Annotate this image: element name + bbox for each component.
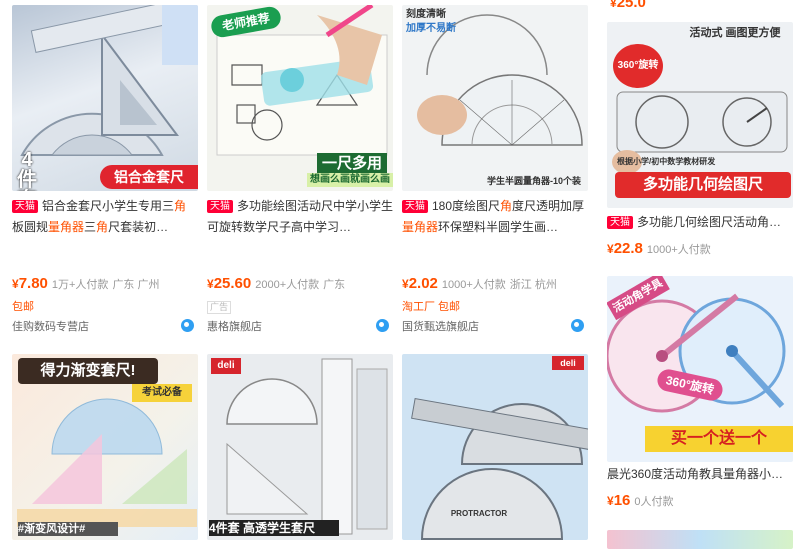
product-card[interactable]: 4件套 铝合金套尺 天猫铝合金套尺小学生专用三角板圆规量角器三角尺套装初… ¥7… bbox=[12, 5, 198, 340]
image-banner: PROTRACTOR bbox=[450, 509, 508, 518]
image-banner: 得力渐变套尺! bbox=[18, 358, 158, 384]
product-card[interactable]: 活动式 画图更方便 360°旋转 根据小学/初中数学教材研发 多功能几何绘图尺 … bbox=[607, 22, 793, 262]
keyword-highlight: 量角器 bbox=[48, 220, 85, 234]
product-image[interactable]: deli 4件套 高透学生套尺 bbox=[207, 354, 393, 540]
image-corner-text: 刻度清晰 bbox=[406, 9, 446, 20]
title-text: 多功能绘图活动尺中学小学生可旋转数学尺子高中学习… bbox=[207, 199, 393, 234]
shop-name[interactable]: 惠格旗舰店 bbox=[207, 318, 262, 334]
product-image[interactable]: 活动角学具 360°旋转 买一个送一个 bbox=[607, 276, 793, 462]
product-title[interactable]: 天猫 180度绘图尺角度尺透明加厚量角器环保塑料半圆学生画… bbox=[402, 196, 588, 238]
price: 7.80 bbox=[18, 275, 48, 292]
product-image[interactable]: 4件套 铝合金套尺 bbox=[12, 5, 198, 191]
image-sub-text: 想画么画就画么画 bbox=[307, 173, 393, 187]
shop-name[interactable]: 佳购数码专营店 bbox=[12, 318, 89, 334]
title-segment: 铝合金套尺小学生专用三 bbox=[42, 199, 175, 213]
title-segment: 多功能绘图活动尺中学小学生可旋转数学尺子高中学习… bbox=[207, 199, 393, 234]
brand-logo: deli bbox=[552, 356, 584, 370]
title-text: 多功能几何绘图尺活动角… bbox=[637, 215, 781, 229]
price: 16 bbox=[613, 492, 631, 509]
location: 广东 广州 bbox=[112, 279, 160, 291]
image-sub-text: #渐变风设计# bbox=[18, 522, 118, 536]
title-segment: 晨光360度活动角教具量角器小… bbox=[607, 467, 784, 481]
product-photo bbox=[226, 358, 388, 535]
product-card[interactable]: 得力渐变套尺! 考试必备 #渐变风设计# bbox=[12, 354, 198, 549]
price-line: ¥22.8 1000+人付款 bbox=[607, 240, 711, 257]
chat-icon[interactable] bbox=[376, 319, 389, 332]
product-image[interactable]: 老师推荐 一尺多用 想画么画就画么画 bbox=[207, 5, 393, 191]
image-sub-text: 4件套 bbox=[17, 149, 37, 191]
product-title[interactable]: 晨光360度活动角教具量角器小… bbox=[607, 464, 793, 485]
tmall-badge: 天猫 bbox=[12, 200, 38, 213]
keyword-highlight: 量角器 bbox=[402, 220, 439, 234]
keyword-highlight: 角 bbox=[174, 199, 187, 213]
keyword-highlight: 角 bbox=[500, 199, 513, 213]
price-line: ¥2.02 1000+人付款 浙江 杭州 bbox=[402, 275, 557, 292]
image-sub-text: 360°旋转 bbox=[613, 44, 663, 88]
product-card[interactable]: PROTRACTOR deli bbox=[402, 354, 588, 549]
sold-count: 1000+人付款 bbox=[441, 279, 506, 291]
image-banner: 一尺多用 bbox=[317, 153, 387, 175]
product-card[interactable]: 老师推荐 一尺多用 想画么画就画么画 天猫 多功能绘图活动尺中学小学生可旋转数学尺… bbox=[207, 5, 393, 340]
image-banner: 铝合金套尺 bbox=[100, 165, 198, 189]
product-image[interactable] bbox=[607, 530, 793, 549]
product-card[interactable]: deli 4件套 高透学生套尺 bbox=[207, 354, 393, 549]
brand-logo: deli bbox=[211, 358, 241, 374]
price: 2.02 bbox=[408, 275, 438, 292]
tmall-badge: 天猫 bbox=[607, 216, 633, 229]
sold-count: 1000+人付款 bbox=[646, 244, 711, 256]
price: 25.0 bbox=[616, 0, 646, 11]
image-corner-text-2: 加厚不易断 bbox=[406, 23, 456, 34]
price-line: ¥25.60 2000+人付款 广东 bbox=[207, 275, 346, 292]
product-image[interactable]: 刻度清晰 加厚不易断 学生半圆量角器-10个装 bbox=[402, 5, 588, 191]
product-title[interactable]: 天猫 多功能绘图活动尺中学小学生可旋转数学尺子高中学习… bbox=[207, 196, 393, 238]
product-image[interactable]: PROTRACTOR deli bbox=[402, 354, 588, 540]
image-corner-text: 活动式 画图更方便 bbox=[689, 27, 781, 39]
price: 25.60 bbox=[213, 275, 252, 292]
product-title[interactable]: 天猫 铝合金套尺小学生专用三角板圆规量角器三角尺套装初… bbox=[12, 196, 198, 238]
title-segment: 度尺透明加厚 bbox=[512, 199, 585, 213]
location: 浙江 杭州 bbox=[509, 279, 557, 291]
title-segment: 三 bbox=[84, 220, 97, 234]
title-text: 晨光360度活动角教具量角器小… bbox=[607, 467, 783, 481]
chat-icon[interactable] bbox=[571, 319, 584, 332]
title-segment: 环保塑料半圆学生画… bbox=[438, 220, 559, 234]
keyword-highlight: 角 bbox=[96, 220, 109, 234]
price: 22.8 bbox=[613, 240, 643, 257]
price-line: ¥7.80 1万+人付款 广东 广州 bbox=[12, 275, 160, 292]
tmall-badge: 天猫 bbox=[402, 200, 428, 213]
tmall-badge: 天猫 bbox=[207, 200, 233, 213]
product-card[interactable]: 活动角学具 360°旋转 买一个送一个 晨光360度活动角教具量角器小… ¥16… bbox=[607, 276, 793, 516]
title-text: 180度绘图尺角度尺透明加厚量角器环保塑料半圆学生画… bbox=[402, 199, 584, 234]
image-corner-badge: 考试必备 bbox=[132, 384, 192, 402]
price-line-partial: ¥25.0 bbox=[610, 0, 730, 11]
sold-count: 0人付款 bbox=[634, 496, 674, 508]
image-banner: 买一个送一个 bbox=[645, 426, 793, 452]
title-segment: 180度绘图尺 bbox=[432, 199, 501, 213]
product-title[interactable]: 天猫 多功能几何绘图尺活动角… bbox=[607, 212, 793, 233]
title-segment: 板圆规 bbox=[12, 220, 49, 234]
product-grid: 4件套 铝合金套尺 天猫铝合金套尺小学生专用三角板圆规量角器三角尺套装初… ¥7… bbox=[0, 0, 800, 549]
image-banner: 学生半圆量角器-10个装 bbox=[486, 176, 581, 186]
image-small-text: 根据小学/初中数学教材研发 bbox=[617, 157, 716, 166]
title-segment: 尺套装初… bbox=[108, 220, 169, 234]
title-text: 铝合金套尺小学生专用三角板圆规量角器三角尺套装初… bbox=[12, 199, 186, 234]
price-line: ¥16 0人付款 bbox=[607, 492, 674, 509]
shipping-tag: 淘工厂 包邮 bbox=[402, 301, 461, 313]
shipping-tag: 包邮 bbox=[12, 301, 34, 313]
product-card-partial[interactable] bbox=[607, 530, 793, 549]
sold-count: 2000+人付款 bbox=[255, 279, 320, 291]
product-image[interactable]: 得力渐变套尺! 考试必备 #渐变风设计# bbox=[12, 354, 198, 540]
image-banner: 多功能几何绘图尺 bbox=[615, 172, 791, 198]
title-segment: 多功能几何绘图尺活动角… bbox=[637, 215, 782, 229]
sold-count: 1万+人付款 bbox=[51, 279, 109, 291]
ad-tag: 广告 bbox=[207, 301, 232, 314]
chat-icon[interactable] bbox=[181, 319, 194, 332]
product-image[interactable]: 活动式 画图更方便 360°旋转 根据小学/初中数学教材研发 多功能几何绘图尺 bbox=[607, 22, 793, 208]
shop-name[interactable]: 国货甄选旗舰店 bbox=[402, 318, 479, 334]
location: 广东 bbox=[323, 279, 346, 291]
image-banner: 4件套 高透学生套尺 bbox=[209, 520, 339, 536]
product-card[interactable]: 刻度清晰 加厚不易断 学生半圆量角器-10个装 天猫 180度绘图尺角度尺透明加厚… bbox=[402, 5, 588, 340]
